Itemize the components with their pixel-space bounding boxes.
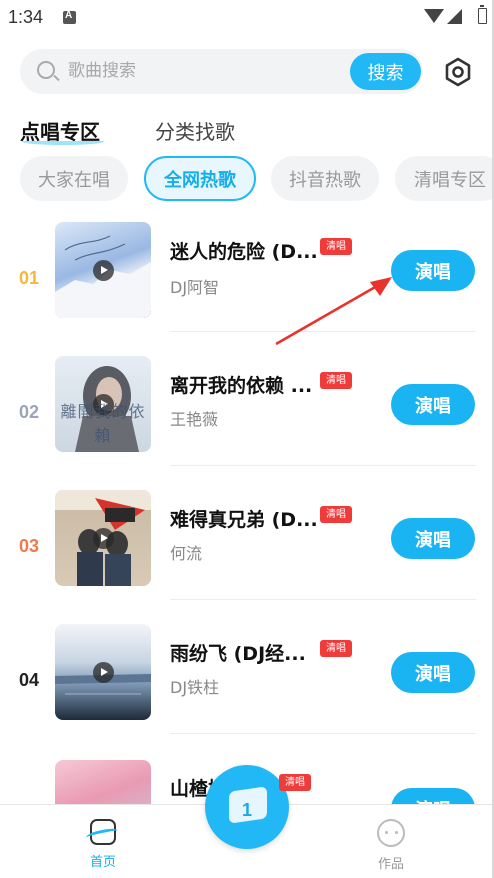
song-artist: DJ阿智 <box>170 278 220 297</box>
notification-a-icon <box>63 10 76 24</box>
acapella-badge: 清唱 <box>320 238 352 255</box>
search-icon <box>37 61 55 79</box>
song-rank: 03 <box>19 536 40 556</box>
row-divider <box>170 465 476 466</box>
song-row[interactable]: 02 離開我的依賴 离开我的依赖 ... 清唱 王艳薇 演唱 <box>0 352 494 486</box>
song-title: 迷人的危险 (D... <box>170 241 318 263</box>
song-cover[interactable] <box>55 624 151 720</box>
sing-button[interactable]: 演唱 <box>391 652 475 693</box>
play-icon <box>93 260 114 281</box>
works-icon <box>377 819 405 847</box>
search-input[interactable] <box>68 60 338 82</box>
chip-douyin-hot[interactable]: 抖音热歌 <box>271 156 379 201</box>
song-row[interactable]: 01 迷人的危险 (D... 清唱 DJ阿智 演唱 <box>0 218 494 352</box>
nav-home[interactable]: 首页 <box>79 819 127 870</box>
cover-text: 離開我的依賴 <box>60 402 146 445</box>
play-icon <box>93 528 114 549</box>
acapella-badge: 清唱 <box>320 640 352 657</box>
status-time: 1:34 <box>8 7 44 27</box>
song-artist: DJ铁柱 <box>170 678 220 697</box>
tab-category-search[interactable]: 分类找歌 <box>155 116 235 145</box>
sing-button[interactable]: 演唱 <box>391 384 475 425</box>
sing-button[interactable]: 演唱 <box>391 250 475 291</box>
annotation-arrow <box>275 277 392 346</box>
song-title: 离开我的依赖 ... <box>170 375 313 397</box>
song-title: 难得真兄弟 (D... <box>170 509 318 531</box>
song-artist: 何流 <box>170 544 203 563</box>
nav-home-label: 首页 <box>89 855 116 870</box>
song-title: 雨纷飞 (DJ经... <box>170 643 306 665</box>
nav-works-label: 作品 <box>377 857 404 872</box>
search-bar: 搜索 <box>20 49 423 94</box>
song-cover[interactable]: 離開我的依賴 <box>55 356 151 452</box>
song-cover[interactable] <box>55 222 151 318</box>
chip-everyone-singing[interactable]: 大家在唱 <box>20 156 128 201</box>
acapella-badge: 清唱 <box>279 774 311 791</box>
acapella-badge: 清唱 <box>320 372 352 389</box>
search-button[interactable]: 搜索 <box>350 53 421 90</box>
play-icon <box>93 662 114 683</box>
song-row[interactable]: 04 雨纷飞 (DJ经... 清唱 DJ铁柱 演唱 <box>0 620 494 754</box>
battery-icon <box>478 5 487 24</box>
song-cover[interactable] <box>55 490 151 586</box>
row-divider <box>170 599 476 600</box>
nav-works[interactable]: 作品 <box>367 819 415 872</box>
song-artist: 王艳薇 <box>170 410 219 429</box>
sing-button[interactable]: 演唱 <box>391 518 475 559</box>
settings-icon[interactable] <box>443 57 473 87</box>
row-divider <box>170 733 476 734</box>
status-bar: 1:34 <box>0 0 494 34</box>
song-rank: 01 <box>19 268 40 288</box>
song-rank: 02 <box>19 402 40 422</box>
home-icon <box>90 819 116 845</box>
chip-acapella-zone[interactable]: 清唱专区 <box>395 156 494 201</box>
chip-hot-songs[interactable]: 全网热歌 <box>144 156 256 201</box>
song-row[interactable]: 03 难得真兄弟 (D... 清唱 何流 演唱 <box>0 486 494 620</box>
fab-sing-button[interactable]: 1 <box>205 765 289 849</box>
wifi-icon <box>424 9 444 23</box>
song-rank: 04 <box>19 670 40 690</box>
category-chips: 大家在唱 全网热歌 抖音热歌 清唱专区 <box>20 156 494 202</box>
active-tab-indicator <box>22 138 104 145</box>
fab-count: 1 <box>241 800 252 820</box>
signal-icon <box>447 9 462 24</box>
acapella-badge: 清唱 <box>320 506 352 523</box>
